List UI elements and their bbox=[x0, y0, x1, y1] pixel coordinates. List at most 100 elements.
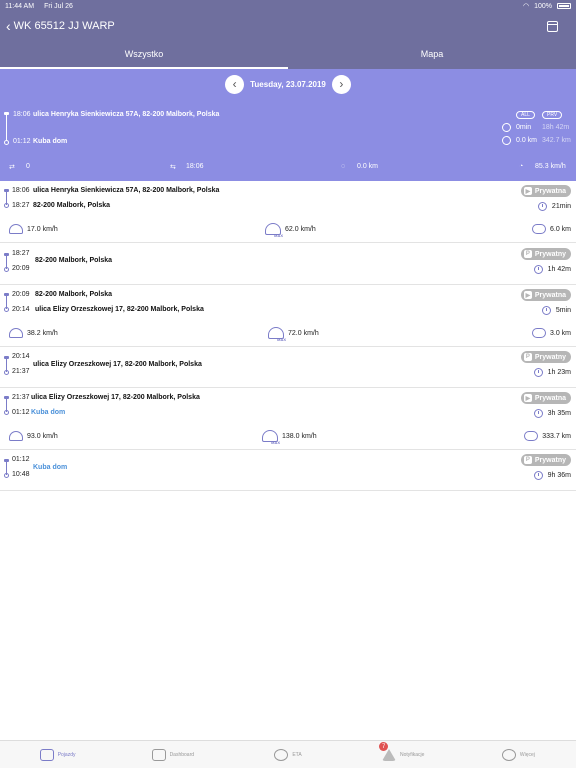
nav-label: Więcej bbox=[519, 751, 535, 758]
list-item[interactable]: 18:06 ulica Henryka Sienkiewicza 57A, 82… bbox=[0, 181, 576, 243]
status-time: 11:44 AM bbox=[5, 2, 35, 10]
duration-value: 1h 23m bbox=[547, 369, 571, 376]
stop-start-time: 01:12 bbox=[12, 456, 30, 463]
status-bar: 11:44 AM Fri Jul 26 ◠ 100% bbox=[0, 0, 576, 12]
nav-dashboard[interactable]: Dashboard bbox=[115, 741, 230, 768]
max-speed-value: 72.0 km/h bbox=[288, 329, 319, 337]
route-icon bbox=[502, 136, 511, 145]
parking-icon: P bbox=[523, 456, 532, 464]
badge-label: Prywatny bbox=[534, 353, 566, 361]
stop-address-link[interactable]: Kuba dom bbox=[33, 464, 67, 471]
nav-bar: ‹ WK 65512 JJ WARP bbox=[0, 12, 576, 40]
stat-distance: 0.0 km bbox=[357, 163, 379, 170]
stop-type-badge[interactable]: P Prywatny bbox=[520, 248, 571, 260]
trip-start-address: ulica Elizy Orzeszkowej 17, 82-200 Malbo… bbox=[31, 394, 200, 401]
stop-duration: 1h 23m bbox=[533, 368, 571, 377]
trip-start-address: 82-200 Malbork, Polska bbox=[35, 291, 113, 298]
nav-label: Dashboard bbox=[169, 751, 195, 758]
max-label: MAX bbox=[271, 440, 280, 445]
trip-type-badge[interactable]: ▶ Prywatna bbox=[520, 392, 571, 404]
nav-notifications[interactable]: 7 Notyfikacje bbox=[346, 741, 461, 768]
route-icon bbox=[531, 328, 546, 338]
play-icon: ▶ bbox=[523, 291, 532, 299]
tag-all[interactable]: ALL bbox=[516, 111, 535, 119]
back-chevron-icon[interactable]: ‹ bbox=[6, 18, 11, 34]
summary-end-address: Kuba dom bbox=[33, 138, 68, 145]
max-speed: MAX 62.0 km/h bbox=[265, 223, 316, 238]
duration-value: 3h 35m bbox=[547, 410, 571, 417]
nav-vehicles[interactable]: Pojazdy bbox=[0, 741, 115, 768]
max-speed: MAX 138.0 km/h bbox=[262, 430, 317, 445]
route-end-marker bbox=[4, 267, 9, 272]
list-item[interactable]: 20:14 ulica Elizy Orzeszkowej 17, 82-200… bbox=[0, 347, 576, 388]
stop-type-badge[interactable]: P Prywatny bbox=[520, 351, 571, 363]
speedometer-icon bbox=[9, 224, 23, 234]
route-end-marker bbox=[4, 307, 9, 312]
distance: 3.0 km bbox=[531, 328, 571, 338]
tab-all[interactable]: Wszystko bbox=[0, 40, 288, 69]
day-summary: ‹ Tuesday, 23.07.2019 › 18:06 ulica Henr… bbox=[0, 69, 576, 181]
list-item[interactable]: 21:37 ulica Elizy Orzeszkowej 17, 82-200… bbox=[0, 388, 576, 450]
tab-bar: Wszystko Mapa bbox=[0, 40, 576, 69]
route-end-marker bbox=[4, 140, 9, 145]
clock-icon bbox=[541, 306, 551, 315]
list-item[interactable]: 01:12 Kuba dom 10:48 P Prywatny 9h 36m bbox=[0, 450, 576, 491]
nav-label: Pojazdy bbox=[57, 751, 76, 758]
route-icon bbox=[531, 224, 546, 234]
avg-speed-value: 93.0 km/h bbox=[27, 432, 58, 440]
trip-end-address-link[interactable]: Kuba dom bbox=[31, 409, 65, 416]
trip-end-time: 18:27 bbox=[12, 202, 30, 209]
tag-prv[interactable]: PRV bbox=[542, 111, 563, 119]
eta-icon bbox=[274, 748, 289, 761]
badge-label: Prywatny bbox=[534, 456, 566, 464]
trip-end-time: 20:14 bbox=[12, 306, 30, 313]
list-item[interactable]: 20:09 82-200 Malbork, Polska 20:14 ulica… bbox=[0, 285, 576, 347]
trip-start-address: ulica Henryka Sienkiewicza 57A, 82-200 M… bbox=[33, 187, 220, 194]
max-label: MAX bbox=[274, 233, 283, 238]
speedometer-icon bbox=[9, 328, 23, 338]
summary-idle-distance: 0.0 km bbox=[516, 137, 538, 144]
trip-type-badge[interactable]: ▶ Prywatna bbox=[520, 289, 571, 301]
stat-count: 0 bbox=[26, 163, 30, 170]
tab-map[interactable]: Mapa bbox=[288, 40, 576, 69]
clock-icon bbox=[537, 202, 547, 211]
duration-value: 9h 36m bbox=[547, 472, 571, 479]
next-day-button[interactable]: › bbox=[331, 74, 351, 94]
distance-icon: ◌ bbox=[341, 163, 346, 170]
max-speed-value: 138.0 km/h bbox=[282, 432, 317, 440]
route-line bbox=[6, 113, 7, 141]
summary-idle-time: 0min bbox=[516, 124, 532, 131]
summary-end-time: 01:12 bbox=[13, 138, 31, 145]
duration-value: 21min bbox=[551, 203, 571, 210]
home-icon bbox=[151, 748, 166, 761]
stop-end-time: 10:48 bbox=[12, 471, 30, 478]
trip-end-address: ulica Elizy Orzeszkowej 17, 82-200 Malbo… bbox=[35, 306, 204, 313]
list-item[interactable]: 18:27 82-200 Malbork, Polska 20:09 P Pryw… bbox=[0, 243, 576, 285]
avg-speed: 17.0 km/h bbox=[9, 224, 58, 234]
stop-type-badge[interactable]: P Prywatny bbox=[520, 454, 571, 466]
max-label: MAX bbox=[277, 337, 286, 342]
summary-start-address: ulica Henryka Sienkiewicza 57A, 82-200 M… bbox=[33, 111, 220, 118]
trip-type-badge[interactable]: ▶ Prywatna bbox=[520, 185, 571, 197]
max-speed: MAX 72.0 km/h bbox=[268, 327, 319, 342]
parking-icon: P bbox=[523, 353, 532, 361]
duration-value: 1h 42m bbox=[547, 266, 571, 273]
badge-label: Prywatny bbox=[534, 250, 566, 258]
route-end-marker bbox=[4, 410, 9, 415]
trip-duration: 21min bbox=[537, 202, 571, 211]
car-icon bbox=[39, 748, 54, 761]
current-date: Tuesday, 23.07.2019 bbox=[250, 79, 326, 89]
summary-total-distance: 342.7 km bbox=[542, 137, 571, 144]
nav-eta[interactable]: ETA bbox=[230, 741, 345, 768]
route-end-marker bbox=[4, 203, 9, 208]
summary-total-time: 18h 42m bbox=[542, 124, 570, 131]
max-speed-value: 62.0 km/h bbox=[285, 225, 316, 233]
distance-value: 333.7 km bbox=[542, 432, 571, 440]
trip-start-time: 18:06 bbox=[12, 187, 30, 194]
nav-more[interactable]: Więcej bbox=[461, 741, 576, 768]
badge-label: Prywatna bbox=[534, 394, 566, 402]
prev-day-button[interactable]: ‹ bbox=[225, 74, 245, 94]
calendar-icon[interactable] bbox=[547, 20, 558, 32]
stop-end-time: 20:09 bbox=[12, 265, 30, 272]
clock-icon bbox=[533, 471, 543, 480]
